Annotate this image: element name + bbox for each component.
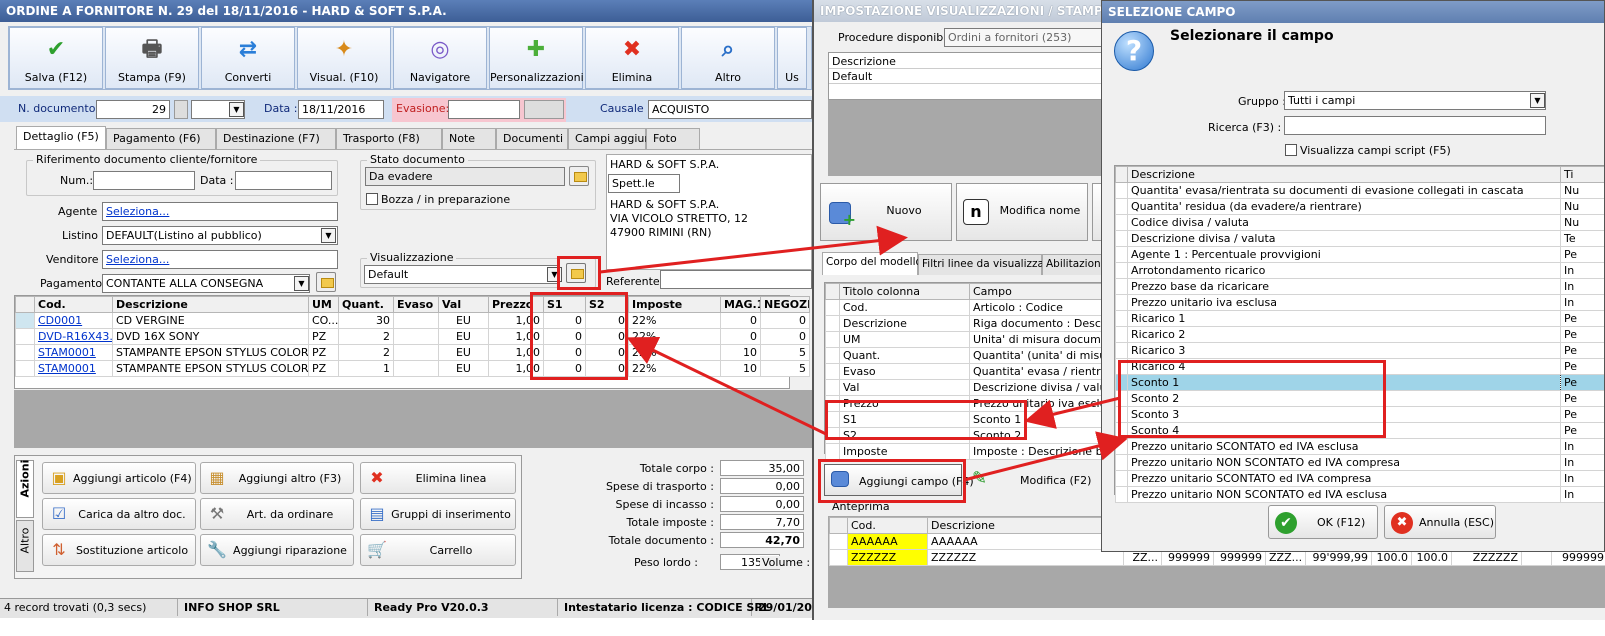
arrow-folder-to-nuovo bbox=[599, 225, 908, 274]
arrow-aggiungi-to-sconto bbox=[963, 431, 1128, 482]
annotation-arrows bbox=[599, 225, 1128, 482]
arrow-fields-to-grid bbox=[626, 336, 827, 436]
arrow-sconto-to-s1 bbox=[1024, 396, 1121, 429]
